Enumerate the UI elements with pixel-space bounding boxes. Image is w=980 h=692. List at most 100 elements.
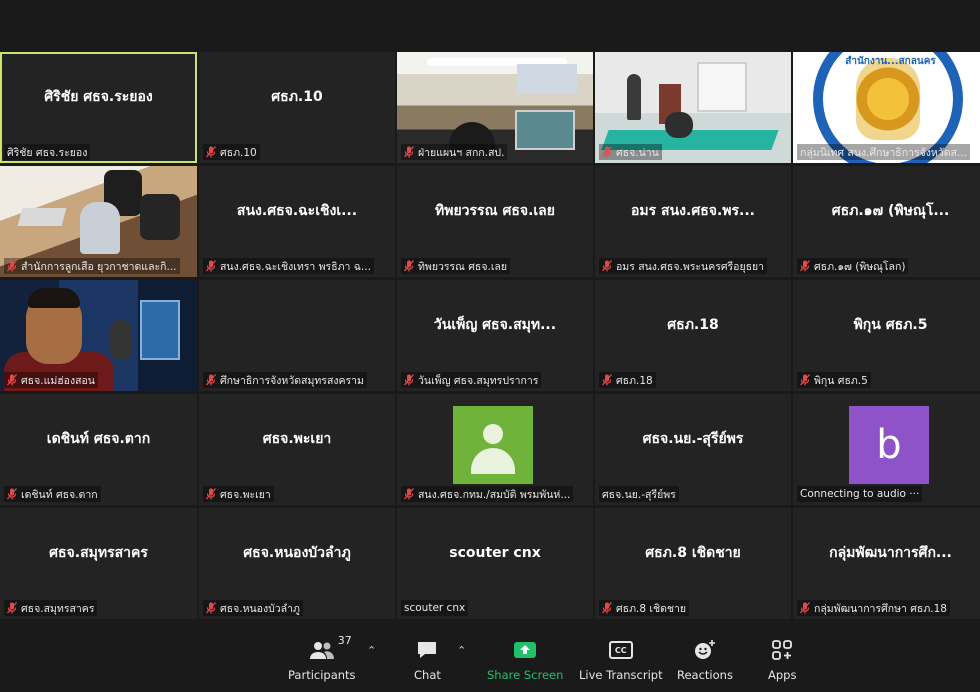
participant-tile[interactable]: กลุ่มพัฒนาการศึก... กลุ่มพัฒนาการศึกษา ศธ… [793, 508, 980, 619]
participant-tile[interactable]: ศธจ.หนองบัวลำภู ศธจ.หนองบัวลำภู [199, 508, 395, 619]
participant-tile[interactable]: ศธจ.แม่ฮ่องสอน [0, 280, 197, 391]
letter-avatar: b [849, 406, 929, 484]
participant-name-text: ศธภ.18 [616, 374, 653, 387]
muted-microphone-icon [7, 260, 17, 272]
reactions-button[interactable]: Reactions [677, 636, 733, 682]
participant-name-label: ศธจ.แม่ฮ่องสอน [4, 372, 98, 388]
share-screen-button[interactable]: Share Screen [487, 636, 563, 682]
participant-tile[interactable]: ศธภ.10 ศธภ.10 [199, 52, 395, 163]
logo-arc-text: สำนักงาน...สกลนคร [845, 56, 936, 67]
participant-tile[interactable]: ศึกษาธิการจังหวัดสมุทรสงคราม [199, 280, 395, 391]
participant-name-text: ศิริชัย ศธจ.ระยอง [7, 146, 88, 159]
participant-tile[interactable]: scouter cnx scouter cnx [397, 508, 593, 619]
muted-microphone-icon [404, 260, 414, 272]
participant-name-label: วันเพ็ญ ศธจ.สมุทรปราการ [401, 372, 542, 388]
apps-button[interactable]: Apps [768, 636, 796, 682]
participant-name-text: เดชินท์ ศธจ.ตาก [21, 488, 98, 501]
chat-label: Chat [414, 668, 441, 682]
participant-name-text: ศธจ.แม่ฮ่องสอน [21, 374, 95, 387]
participant-tile[interactable]: b Connecting to audio ··· [793, 394, 980, 505]
participant-tile[interactable]: สำนักงาน...สกลนครกลุ่มนิเทศ สนง.ศึกษาธิก… [793, 52, 980, 163]
participant-name-text: ศธภ.๑๗ (พิษณุโลก) [814, 260, 906, 273]
participant-name-label: ฝ่ายแผนฯ สกก.สป. [401, 144, 508, 160]
cc-text: CC [614, 645, 627, 655]
participant-tile[interactable]: อมร สนง.ศธจ.พร... อมร สนง.ศธจ.พระนครศรีอย… [595, 166, 791, 277]
muted-microphone-icon [206, 602, 216, 614]
participant-tile[interactable]: ศิริชัย ศธจ.ระยอง ศิริชัย ศธจ.ระยอง [0, 52, 197, 163]
participant-name-label: ศธจ.นย.-สุรีย์พร [599, 486, 679, 502]
muted-microphone-icon [7, 602, 17, 614]
muted-microphone-icon [602, 260, 612, 272]
participants-icon [309, 642, 334, 659]
participants-chevron-up-icon[interactable]: ⌃ [367, 644, 376, 657]
participant-name-label: ศธจ.น่าน [599, 144, 662, 160]
participant-display-name: scouter cnx [449, 544, 541, 561]
participant-name-label: กลุ่มนิเทศ สนง.ศึกษาธิการจังหวัดส... [797, 144, 970, 160]
participant-gallery: ศิริชัย ศธจ.ระยอง ศิริชัย ศธจ.ระยอง ศธภ.10… [0, 52, 980, 619]
seal-logo [856, 58, 920, 140]
muted-microphone-icon [7, 488, 17, 500]
participant-tile[interactable]: สนง.ศธจ.ฉะเชิงเ... สนง.ศธจ.ฉะเชิงเทรา พรธ… [199, 166, 395, 277]
chat-chevron-up-icon[interactable]: ⌃ [457, 644, 466, 657]
participant-name-text: กลุ่มพัฒนาการศึกษา ศธภ.18 [814, 602, 947, 615]
participant-tile[interactable]: ศธจ.นย.-สุรีย์พร ศธจ.นย.-สุรีย์พร [595, 394, 791, 505]
participant-name-text: ทิพยวรรณ ศธจ.เลย [418, 260, 507, 273]
chat-button[interactable]: Chat [414, 636, 441, 682]
participant-tile[interactable]: ศธจ.สมุทรสาคร ศธจ.สมุทรสาคร [0, 508, 197, 619]
participant-name-text: สำนักการลูกเสือ ยุวกาชาดและกิ... [21, 260, 177, 273]
participant-name-label: กลุ่มพัฒนาการศึกษา ศธภ.18 [797, 600, 950, 616]
participant-tile[interactable]: ฝ่ายแผนฯ สกก.สป. [397, 52, 593, 163]
participant-name-label: Connecting to audio ··· [797, 486, 923, 502]
participant-name-text: ศธภ.8 เชิดชาย [616, 602, 687, 615]
participant-tile[interactable]: ศธภ.๑๗ (พิษณุโ... ศธภ.๑๗ (พิษณุโลก) [793, 166, 980, 277]
participant-display-name: ศธภ.๑๗ (พิษณุโ... [831, 202, 950, 219]
participant-name-text: กลุ่มนิเทศ สนง.ศึกษาธิการจังหวัดส... [800, 146, 967, 159]
participant-name-label: ศธภ.18 [599, 372, 656, 388]
participant-display-name: ศิริชัย ศธจ.ระยอง [44, 88, 153, 105]
chat-bubble-icon [418, 642, 437, 658]
participant-tile[interactable]: พิกุน ศธภ.5 พิกุน ศธภ.5 [793, 280, 980, 391]
participant-tile[interactable]: เดชินท์ ศธจ.ตาก เดชินท์ ศธจ.ตาก [0, 394, 197, 505]
participant-display-name: ศธจ.นย.-สุรีย์พร [642, 430, 744, 447]
participant-name-label: ศิริชัย ศธจ.ระยอง [4, 144, 91, 160]
share-screen-label: Share Screen [487, 668, 564, 682]
participant-display-name: ศธภ.8 เชิดชาย [645, 544, 741, 561]
smiley-plus-icon [694, 640, 715, 659]
participant-tile[interactable]: ศธจ.พะเยา ศธจ.พะเยา [199, 394, 395, 505]
participant-tile[interactable]: สำนักการลูกเสือ ยุวกาชาดและกิ... [0, 166, 197, 277]
muted-microphone-icon [206, 146, 216, 158]
participant-name-label: สำนักการลูกเสือ ยุวกาชาดและกิ... [4, 258, 180, 274]
participant-display-name: ศธจ.สมุทรสาคร [49, 544, 148, 561]
participants-button[interactable]: 37 Participants [288, 634, 356, 682]
participant-display-name: ศธภ.10 [271, 88, 323, 105]
participant-name-label: ศธภ.8 เชิดชาย [599, 600, 690, 616]
participant-display-name: พิกุน ศธภ.5 [853, 316, 928, 333]
muted-microphone-icon [206, 374, 216, 386]
participant-tile[interactable]: ศธภ.8 เชิดชาย ศธภ.8 เชิดชาย [595, 508, 791, 619]
participant-tile[interactable]: วันเพ็ญ ศธจ.สมุท... วันเพ็ญ ศธจ.สมุทรปราก… [397, 280, 593, 391]
live-transcript-button[interactable]: CC Live Transcript [579, 636, 663, 682]
participant-name-text: วันเพ็ญ ศธจ.สมุทรปราการ [418, 374, 539, 387]
participant-name-label: ศธจ.สมุทรสาคร [4, 600, 98, 616]
participant-tile[interactable]: สนง.ศธจ.กทม./สมบัติ พรมพันห่... [397, 394, 593, 505]
participant-name-text: ศธจ.นย.-สุรีย์พร [602, 488, 676, 501]
participant-display-name: เดชินท์ ศธจ.ตาก [46, 430, 151, 447]
participant-name-label: สนง.ศธจ.กทม./สมบัติ พรมพันห่... [401, 486, 574, 502]
participant-name-text: ศธจ.สมุทรสาคร [21, 602, 95, 615]
participant-tile[interactable]: ทิพยวรรณ ศธจ.เลย ทิพยวรรณ ศธจ.เลย [397, 166, 593, 277]
participant-display-name: ศธจ.หนองบัวลำภู [243, 544, 351, 561]
apps-label: Apps [768, 668, 797, 682]
participant-display-name: วันเพ็ญ ศธจ.สมุท... [433, 316, 557, 333]
muted-microphone-icon [602, 146, 612, 158]
participant-name-text: ศธจ.น่าน [616, 146, 659, 159]
participant-tile[interactable]: ศธภ.18 ศธภ.18 [595, 280, 791, 391]
participant-display-name: ทิพยวรรณ ศธจ.เลย [435, 202, 555, 219]
live-transcript-label: Live Transcript [579, 668, 663, 682]
participant-tile[interactable]: ศธจ.น่าน [595, 52, 791, 163]
muted-microphone-icon [7, 374, 17, 386]
participant-name-label: ทิพยวรรณ ศธจ.เลย [401, 258, 510, 274]
participant-name-label: ศธจ.หนองบัวลำภู [203, 600, 303, 616]
participant-name-label: ศธภ.๑๗ (พิษณุโลก) [797, 258, 909, 274]
participant-name-label: ศึกษาธิการจังหวัดสมุทรสงคราม [203, 372, 367, 388]
participant-display-name: กลุ่มพัฒนาการศึก... [829, 544, 952, 561]
